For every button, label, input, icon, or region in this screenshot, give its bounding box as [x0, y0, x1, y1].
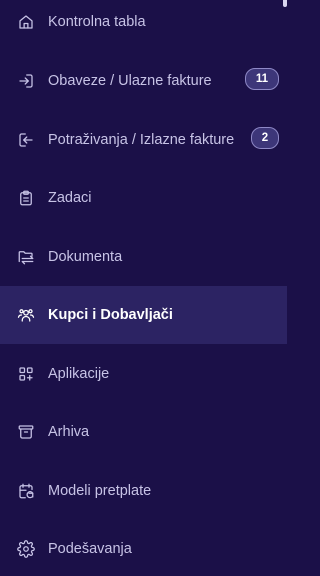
sidebar-item-label: Potraživanja / Izlazne fakture — [48, 132, 235, 148]
sidebar-item-archive[interactable]: Arhiva — [0, 406, 287, 458]
logout-arrow-icon — [16, 130, 36, 150]
archive-icon — [16, 422, 36, 442]
sidebar-item-label: Kupci i Dobavljači — [48, 307, 173, 323]
sidebar-item-label: Arhiva — [48, 424, 90, 440]
apps-icon — [16, 364, 36, 384]
sidebar-item-label: Zadaci — [48, 190, 92, 206]
sidebar-item-label: Dokumenta — [48, 249, 123, 265]
sidebar-item-tasks[interactable]: Zadaci — [0, 172, 287, 224]
users-icon — [16, 305, 36, 325]
sidebar-item-subscription-models[interactable]: Modeli pretplate — [0, 465, 287, 517]
gear-icon — [16, 539, 36, 559]
sidebar-item-label: Kontrolna tabla — [48, 14, 146, 30]
count-badge: 11 — [245, 68, 279, 90]
count-badge: 2 — [251, 127, 279, 149]
sidebar-item-label: Podešavanja — [48, 541, 132, 557]
sidebar-item-customers-suppliers[interactable]: Kupci i Dobavljači — [0, 286, 287, 344]
sidebar-item-label: Aplikacije — [48, 366, 110, 382]
sidebar-item-receivables[interactable]: Potraživanja / Izlazne fakture 2 — [0, 114, 287, 166]
sidebar-item-dashboard[interactable]: Kontrolna tabla — [0, 0, 287, 48]
clipboard-icon — [16, 188, 36, 208]
sidebar-item-documents[interactable]: Dokumenta — [0, 231, 287, 283]
sidebar-item-payables[interactable]: Obaveze / Ulazne fakture 11 — [0, 55, 287, 107]
sidebar: Kontrolna tabla Obaveze / Ulazne fakture… — [0, 0, 287, 576]
home-icon — [16, 12, 36, 32]
sidebar-item-applications[interactable]: Aplikacije — [0, 348, 287, 400]
folder-transfer-icon — [16, 247, 36, 267]
sidebar-item-label: Modeli pretplate — [48, 483, 152, 499]
login-arrow-icon — [16, 71, 36, 91]
calendar-refresh-icon — [16, 481, 36, 501]
sidebar-item-settings[interactable]: Podešavanja — [0, 523, 287, 575]
sidebar-item-label: Obaveze / Ulazne fakture — [48, 73, 212, 89]
